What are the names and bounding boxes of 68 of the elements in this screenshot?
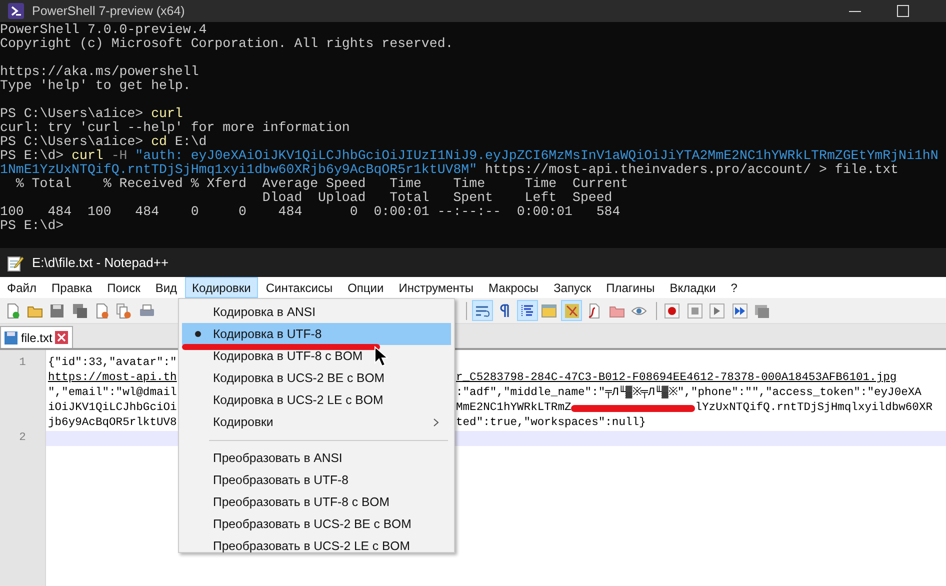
tab-label[interactable]: file.txt (21, 330, 52, 344)
word-wrap-icon[interactable] (472, 300, 493, 321)
code-text: :"adf","middle_name":"╤Л╙▓※╤Л╙▓※","phone":"","access_token":"eyJ0eXA (456, 386, 922, 401)
terminal-text: https://aka.ms/powershell (0, 64, 199, 79)
menu-item[interactable]: Синтаксисы (258, 277, 340, 298)
menu-item[interactable]: Плагины (599, 277, 662, 298)
menu-item[interactable]: Вкладки (662, 277, 723, 298)
maximize-icon[interactable] (897, 5, 909, 17)
menu-item[interactable]: Опции (340, 277, 391, 298)
string-text: "auth: eyJ0eXAiOiJKV1QiLCJhbGciOiJIUzI1NiJ9.eyJpZCI6MzMsInV1aWQiOiJiYTA2MmE2NC1hYWRkLTRmZGEtYmRjNi1hN (134, 148, 938, 163)
file-tab[interactable]: file.txt (0, 326, 74, 348)
menu-item[interactable]: Поиск (100, 277, 148, 298)
code-text: iOiJKV1QiLCJhbGciOi (48, 402, 177, 414)
terminal-text: Type 'help' to get help. (0, 78, 191, 93)
terminal-text: PS E:\d> (0, 218, 64, 233)
menu-item[interactable]: Кодировка в UCS-2 BE с BOM (182, 367, 451, 389)
menu-item[interactable]: Преобразовать в UTF-8 (182, 469, 451, 491)
menu-item[interactable]: Преобразовать в UTF-8 с BOM (182, 491, 451, 513)
menu-item[interactable]: Инструменты (392, 277, 481, 298)
menu-item[interactable]: Кодировка в UTF-8 (182, 323, 451, 345)
code-text: jb6y9AcBqOR5rlktUV8 (48, 417, 177, 429)
menu-item[interactable]: Запуск (546, 277, 598, 298)
terminal-icon (8, 3, 24, 19)
mouse-cursor-icon (374, 346, 388, 367)
terminal-text: https://most-api.theinvaders.pro/account/ > file.txt (484, 162, 898, 177)
command-text: curl (151, 106, 183, 121)
menu-item[interactable]: Макросы (482, 277, 546, 298)
indent-guide-icon[interactable] (516, 300, 538, 321)
menu-item[interactable]: Кодировки (185, 277, 258, 298)
command-text: cd (151, 134, 167, 149)
terminal-text: curl: try 'curl --help' for more information (0, 120, 350, 135)
chevron-icon (433, 418, 439, 426)
code-text: ted":true,"workspaces":null} (456, 416, 646, 431)
url-link[interactable]: https://most-api.th (48, 372, 177, 384)
menu-item[interactable]: Кодировка в UCS-2 LE с BOM (182, 389, 451, 411)
code-text: lYzUxNTQifQ.rntTDjSjHmqlxyildbw60XR (695, 401, 933, 416)
close-icon[interactable] (55, 331, 68, 344)
terminal-text: % Total % Received % Xferd Average Speed Time Time Time Current (14, 176, 628, 191)
menu-item[interactable]: Кодировки (182, 411, 451, 433)
window-title: PowerShell 7-preview (x64) (32, 4, 186, 18)
menu-item[interactable]: Преобразовать в UCS-2 LE с BOM (182, 535, 451, 557)
terminal-text: E:\d (174, 134, 207, 149)
menu-item[interactable]: Преобразовать в UCS-2 BE с BOM (182, 513, 451, 535)
window-title: E:\d\file.txt - Notepad++ (32, 255, 169, 270)
notepad-icon (6, 254, 24, 272)
terminal-text: PS C:\Users\a1ice> (0, 134, 144, 149)
line-number: 2 (19, 432, 26, 444)
terminal-text: PowerShell 7.0.0-preview.4 (0, 22, 207, 37)
terminal-text: Copyright (c) Microsoft Corporation. All rights reserved. (0, 36, 454, 51)
terminal-text: PS C:\Users\a1ice> (0, 106, 144, 121)
parameter-text: -H (110, 148, 128, 163)
url-link[interactable]: r_C5283798-284C-47C3-B012-F08694EE4612-78378-000A18453AFB6101.jpg (456, 371, 897, 386)
string-text: 1NmE1YzUxNTQifQ.rntTDjSjHmq1xyi1dbw60XRjb6y9AcBqOR5r1ktUV8M" (0, 162, 478, 177)
bullet-icon (194, 331, 200, 337)
code-text: {"id":33,"avatar":" (48, 357, 177, 369)
terminal-text: 100 484 100 484 0 0 484 0 0:00:01 --:--:-- 0:00:01 584 (0, 204, 620, 219)
menu-item[interactable]: Правка (44, 277, 100, 298)
menu-item[interactable]: Преобразовать в ANSI (182, 447, 451, 469)
menu-item[interactable]: ? (724, 277, 744, 298)
line-number: 1 (19, 357, 26, 369)
menu-item[interactable]: Кодировка в ANSI (182, 301, 451, 323)
terminal-text: PS E:\d> (0, 148, 65, 163)
command-text: curl (72, 148, 104, 163)
terminal-text: Dload Upload Total Spent Left Speed (261, 190, 612, 205)
code-text: ","email":"wl@dmail (48, 387, 177, 399)
menu-item[interactable]: Вид (148, 277, 184, 298)
menu-item[interactable]: Файл (0, 277, 44, 298)
code-text: MmE2NC1hYWRkLTRmZ (456, 401, 572, 416)
